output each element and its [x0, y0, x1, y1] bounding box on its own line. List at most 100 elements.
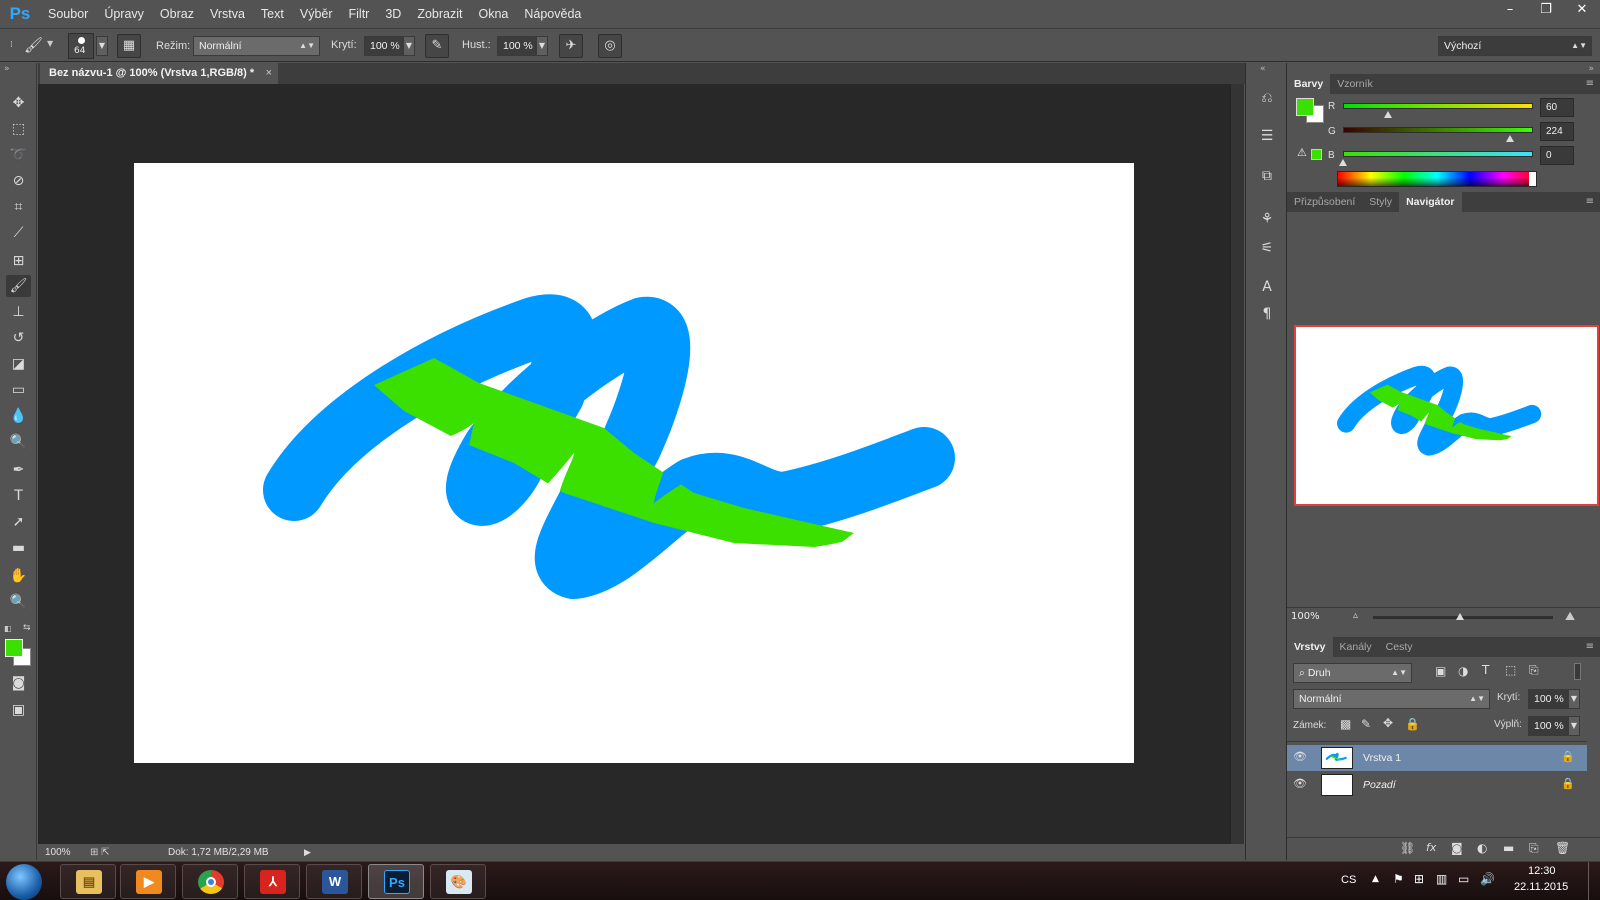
color-panel-fg-swatch[interactable]: [1296, 98, 1314, 116]
lasso-tool-icon[interactable]: ➰: [6, 144, 31, 166]
restore-button[interactable]: ❐: [1528, 0, 1564, 20]
channel-b-thumb[interactable]: [1339, 159, 1347, 166]
tab-navigator[interactable]: Navigátor: [1399, 192, 1462, 212]
hand-tool-icon[interactable]: ✋: [6, 565, 31, 587]
clock-time[interactable]: 12:30: [1528, 865, 1556, 877]
zoom-tool-icon[interactable]: 🔍: [6, 591, 31, 613]
device-icon[interactable]: ▥: [1436, 872, 1447, 886]
properties-panel-icon[interactable]: ⧉: [1254, 165, 1280, 187]
dodge-tool-icon[interactable]: 🔍: [6, 431, 31, 453]
path-selection-tool-icon[interactable]: ➚: [6, 511, 31, 533]
eraser-tool-icon[interactable]: ◪: [6, 353, 31, 375]
gamut-swatch[interactable]: [1311, 149, 1322, 160]
new-group-icon[interactable]: ▬: [1503, 841, 1514, 855]
quick-mask-icon[interactable]: ◙: [6, 672, 31, 694]
layer1-visibility-eye-icon[interactable]: 👁: [1293, 750, 1307, 763]
actions-panel-icon[interactable]: ☰: [1254, 125, 1280, 147]
taskbar-paint[interactable]: 🎨: [430, 864, 486, 899]
show-desktop-button[interactable]: [1588, 862, 1600, 900]
tab-swatches[interactable]: Vzorník: [1330, 74, 1380, 94]
filter-shape-icon[interactable]: ⬚: [1505, 663, 1516, 677]
document-tab-close-icon[interactable]: ×: [266, 63, 272, 84]
menu-layer[interactable]: Vrstva: [202, 0, 253, 28]
taskbar-photoshop[interactable]: Ps: [368, 864, 424, 899]
menu-edit[interactable]: Úpravy: [96, 0, 152, 28]
menu-view[interactable]: Zobrazit: [409, 0, 470, 28]
channel-r-thumb[interactable]: [1383, 111, 1392, 118]
taskbar-media-player[interactable]: ▶: [120, 864, 176, 899]
zoom-out-icon[interactable]: ▵: [1353, 610, 1358, 621]
status-zoom[interactable]: 100%: [45, 844, 71, 861]
channel-r-input[interactable]: 60: [1540, 98, 1574, 117]
action-center-flag-icon[interactable]: ⚑: [1393, 872, 1404, 886]
screen-mode-icon[interactable]: ▣: [6, 699, 31, 721]
workspace-select[interactable]: Výchozí ▲▼: [1438, 36, 1592, 56]
link-layers-icon[interactable]: ⛓: [1400, 841, 1415, 855]
filter-type-icon[interactable]: T: [1482, 663, 1489, 677]
minimize-button[interactable]: –: [1492, 0, 1528, 20]
brush-preset-picker[interactable]: 64: [68, 33, 94, 59]
mode-select[interactable]: Normální ▲▼: [193, 36, 320, 56]
spectrum-white-swatch[interactable]: [1529, 172, 1536, 186]
document-tab[interactable]: Bez názvu-1 @ 100% (Vrstva 1,RGB/8) * ×: [40, 63, 278, 84]
close-button[interactable]: ✕: [1564, 0, 1600, 20]
collapse-panels-icon[interactable]: »: [1588, 64, 1594, 74]
tray-expand-icon[interactable]: ▲: [1372, 874, 1379, 884]
brush-panel-icon[interactable]: ⚟: [1254, 237, 1280, 259]
lock-image-pixels-icon[interactable]: ✎: [1361, 717, 1371, 731]
gradient-tool-icon[interactable]: ▭: [6, 379, 31, 401]
navigator-zoom-value[interactable]: 100%: [1291, 611, 1320, 622]
navigator-zoom-thumb[interactable]: [1456, 613, 1464, 620]
layer-row-background[interactable]: 👁 Pozadí 🔒: [1287, 772, 1587, 798]
type-tool-icon[interactable]: T: [6, 485, 31, 507]
layer-fill-input[interactable]: 100 %: [1528, 716, 1568, 736]
channel-g-slider[interactable]: [1343, 127, 1533, 133]
color-panel-menu-icon[interactable]: ≡: [1586, 74, 1594, 94]
menu-window[interactable]: Okna: [470, 0, 516, 28]
character-panel-icon[interactable]: A: [1254, 276, 1280, 298]
filter-pixel-icon[interactable]: ▣: [1435, 664, 1446, 678]
brush-preset-dropdown[interactable]: ▼: [96, 36, 108, 56]
tab-adjustments[interactable]: Přizpůsobení: [1287, 192, 1362, 212]
healing-brush-tool-icon[interactable]: ⊞: [6, 250, 31, 272]
swap-colors-icon[interactable]: ⇆: [23, 623, 31, 633]
taskbar-chrome[interactable]: [182, 864, 238, 899]
tab-paths[interactable]: Cesty: [1379, 637, 1420, 657]
channel-b-input[interactable]: 0: [1540, 146, 1574, 165]
marquee-tool-icon[interactable]: ⬚: [6, 118, 31, 140]
history-brush-tool-icon[interactable]: ↺: [6, 327, 31, 349]
channel-r-slider[interactable]: [1343, 103, 1533, 109]
taskbar-acrobat[interactable]: ⅄: [244, 864, 300, 899]
status-info-icons[interactable]: ⊞ ⇱: [90, 844, 110, 861]
layer-filter-select[interactable]: ⌕ Druh ▲▼: [1293, 663, 1412, 683]
language-indicator[interactable]: CS: [1341, 874, 1356, 886]
tab-styles[interactable]: Styly: [1362, 192, 1399, 212]
taskbar-explorer[interactable]: ▤: [60, 864, 116, 899]
flow-input[interactable]: 100 %: [497, 36, 536, 56]
channel-g-thumb[interactable]: [1505, 135, 1514, 142]
filter-adjustment-icon[interactable]: ◑: [1458, 664, 1468, 678]
windows-logo-icon[interactable]: ⊞: [1414, 872, 1424, 886]
tab-layers[interactable]: Vrstvy: [1287, 637, 1333, 657]
pressure-size-icon[interactable]: ◎: [598, 34, 622, 58]
channel-g-input[interactable]: 224: [1540, 122, 1574, 141]
default-colors-icon[interactable]: ◧: [4, 624, 12, 633]
brush-tool-icon[interactable]: 🖌: [24, 35, 44, 55]
layer-fill-dropdown[interactable]: ▼: [1568, 716, 1580, 736]
menu-filter[interactable]: Filtr: [341, 0, 378, 28]
quick-selection-tool-icon[interactable]: ⊘: [6, 170, 31, 192]
pressure-opacity-icon[interactable]: ✎: [425, 34, 449, 58]
menu-file[interactable]: Soubor: [40, 0, 96, 28]
canvas[interactable]: [134, 163, 1134, 763]
layer-opacity-input[interactable]: 100 %: [1528, 689, 1568, 709]
lock-transparent-pixels-icon[interactable]: ▩: [1340, 717, 1351, 731]
zoom-in-icon[interactable]: ⛰: [1565, 609, 1575, 624]
status-menu-arrow-icon[interactable]: ▶: [304, 844, 311, 861]
status-doc-info[interactable]: Dok: 1,72 MB/2,29 MB: [168, 844, 269, 861]
collapse-dock-icon[interactable]: «: [1260, 64, 1266, 74]
airbrush-icon[interactable]: ✈: [559, 34, 583, 58]
vertical-scrollbar[interactable]: [1230, 84, 1244, 844]
navigator-proxy-view[interactable]: [1294, 325, 1599, 506]
move-tool-icon[interactable]: ✥: [6, 92, 31, 114]
rectangle-tool-icon[interactable]: ▬: [6, 537, 31, 559]
